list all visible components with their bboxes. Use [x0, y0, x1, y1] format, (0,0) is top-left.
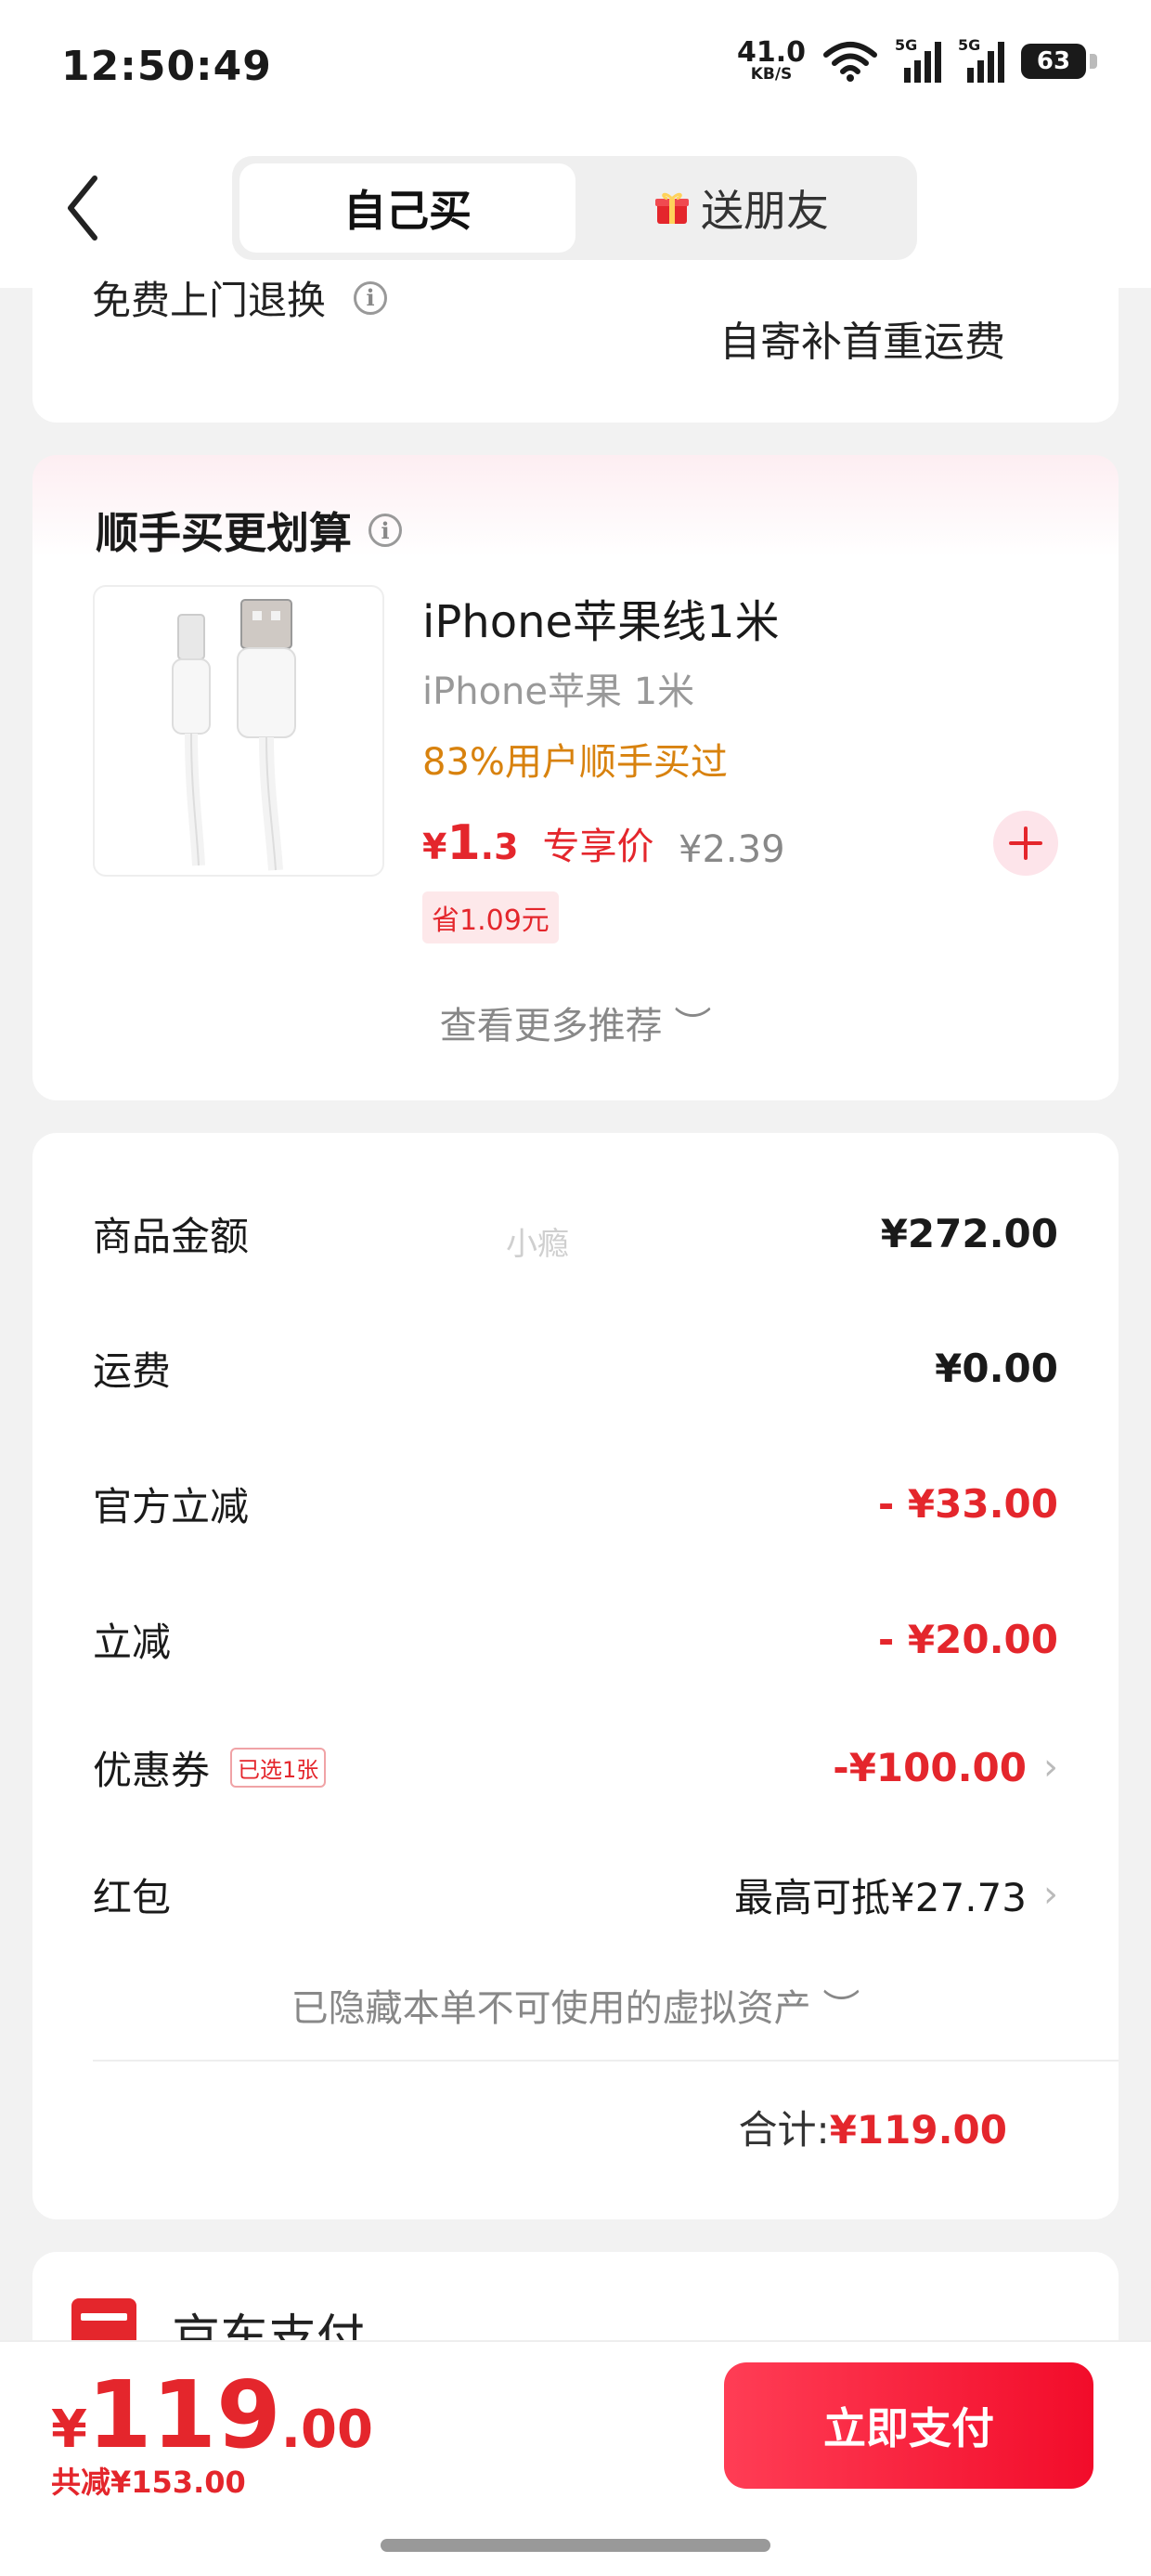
coupon-selected-badge: 已选1张 [230, 1747, 327, 1788]
pay-now-button[interactable]: 立即支付 [724, 2362, 1093, 2489]
status-time: 12:50:49 [61, 43, 272, 90]
status-icons: 41.0 KB/S 5G 5G 63 [737, 36, 1097, 83]
addon-title-text: 顺手买更划算 [96, 508, 352, 558]
signal-icon: 5G [895, 36, 941, 83]
tab-send-friend[interactable]: 送朋友 [574, 163, 910, 253]
chevron-right-icon: › [1043, 1746, 1058, 1789]
return-service-label: 免费上门退换 [92, 278, 327, 323]
lightning-cable-image [172, 599, 296, 871]
hidden-assets-toggle[interactable]: 已隐藏本单不可使用的虚拟资产 ︶ [32, 1978, 1119, 2032]
price-currency: ¥ [422, 826, 447, 867]
red-packet-value-group: 最高可抵¥27.73 › [734, 1867, 1058, 1923]
coupon-value-group: -¥100.00 › [833, 1745, 1058, 1790]
product-name[interactable]: iPhone苹果线1米 [422, 585, 780, 650]
savings-badge: 省1.09元 [422, 891, 559, 943]
tab-send-friend-label: 送朋友 [701, 186, 829, 236]
product-spec: iPhone苹果 1米 [422, 670, 695, 713]
home-indicator[interactable] [381, 2539, 770, 2552]
battery-icon: 63 [1021, 43, 1097, 79]
info-icon[interactable]: i [369, 514, 402, 547]
summary-label: 官方立减 [93, 1483, 250, 1529]
add-to-order-button[interactable] [993, 811, 1058, 876]
product-buyer-stat: 83%用户顺手买过 [422, 741, 728, 784]
price-decimal: .3 [480, 826, 519, 867]
total-label: 合计: [738, 2107, 830, 2153]
bottom-price-decimal: .00 [280, 2400, 373, 2460]
plus-icon [1009, 826, 1042, 860]
summary-row-red-packet[interactable]: 红包 最高可抵¥27.73 › [93, 1857, 1058, 1932]
tab-buy-self[interactable]: 自己买 [239, 163, 576, 253]
addon-recommend-card: 顺手买更划算 i iPhone苹果线1米 iPhone苹果 1米 83%用户顺手… [32, 455, 1119, 1100]
total-saved: 共减¥153.00 [51, 2465, 246, 2500]
summary-label: 商品金额 [93, 1213, 250, 1259]
summary-label: 立减 [93, 1619, 172, 1665]
info-icon[interactable]: i [354, 280, 388, 315]
summary-value: ¥0.00 [935, 1345, 1058, 1391]
summary-row-official-discount: 官方立减 - ¥33.00 [93, 1466, 1058, 1541]
view-more-recommendations[interactable]: 查看更多推荐 ︶ [32, 995, 1119, 1049]
product-price: ¥ 1 .3 专享价 [422, 815, 654, 871]
signal-type: 5G [895, 35, 918, 54]
bottom-price-currency: ¥ [51, 2400, 87, 2460]
summary-value: ¥272.00 [880, 1210, 1058, 1256]
network-speed-unit: KB/S [750, 65, 793, 84]
network-speed: 41.0 KB/S [737, 39, 806, 83]
order-total: 合计: ¥119.00 [739, 2099, 1007, 2155]
bottom-total-price: ¥ 119 .00 [51, 2361, 373, 2469]
network-speed-value: 41.0 [736, 36, 806, 69]
addon-title: 顺手买更划算 i [96, 500, 402, 561]
summary-row-instant-discount: 立减 - ¥20.00 [93, 1602, 1058, 1676]
total-value: ¥119.00 [829, 2107, 1007, 2153]
return-service-card: 免费上门退换 i 自寄补首重运费 [32, 260, 1119, 423]
wifi-icon [823, 41, 877, 82]
order-summary-card: 商品金额 ¥272.00 运费 ¥0.00 官方立减 - ¥33.00 立减 -… [32, 1133, 1119, 2219]
summary-label: 红包 [93, 1874, 172, 1920]
back-arrow-icon[interactable] [56, 171, 111, 245]
status-bar: 12:50:49 41.0 KB/S 5G 5G 63 [0, 0, 1151, 139]
divider [93, 2060, 1119, 2062]
product-thumbnail[interactable] [93, 585, 384, 877]
summary-row-coupon[interactable]: 优惠券 已选1张 -¥100.00 › [93, 1730, 1058, 1804]
price-label: 专享价 [542, 826, 654, 868]
original-price: ¥2.39 [679, 828, 785, 871]
return-service-note: 自寄补首重运费 [719, 319, 1005, 366]
signal-icon-2: 5G [958, 36, 1004, 83]
watermark: 小瘾 [506, 1226, 569, 1263]
chevron-right-icon: › [1043, 1873, 1058, 1916]
purchase-mode-switch: 自己买 送朋友 [232, 156, 917, 260]
summary-value: -¥100.00 [833, 1744, 1027, 1790]
signal-type-2: 5G [958, 35, 981, 54]
summary-value: 最高可抵¥27.73 [734, 1874, 1027, 1920]
return-service: 免费上门退换 i [92, 269, 388, 326]
coupon-label-group: 优惠券 已选1张 [93, 1739, 327, 1796]
summary-value: - ¥20.00 [877, 1616, 1058, 1662]
bottom-pay-bar: ¥ 119 .00 共减¥153.00 立即支付 [0, 2340, 1151, 2576]
summary-label: 优惠券 [93, 1747, 211, 1793]
bottom-price-integer: 119 [86, 2361, 281, 2469]
summary-value: - ¥33.00 [877, 1480, 1058, 1527]
summary-row-shipping: 运费 ¥0.00 [93, 1331, 1058, 1405]
price-integer: 1 [446, 815, 481, 871]
summary-row-goods: 商品金额 ¥272.00 [93, 1196, 1058, 1270]
gift-icon [655, 192, 689, 224]
summary-label: 运费 [93, 1347, 172, 1394]
